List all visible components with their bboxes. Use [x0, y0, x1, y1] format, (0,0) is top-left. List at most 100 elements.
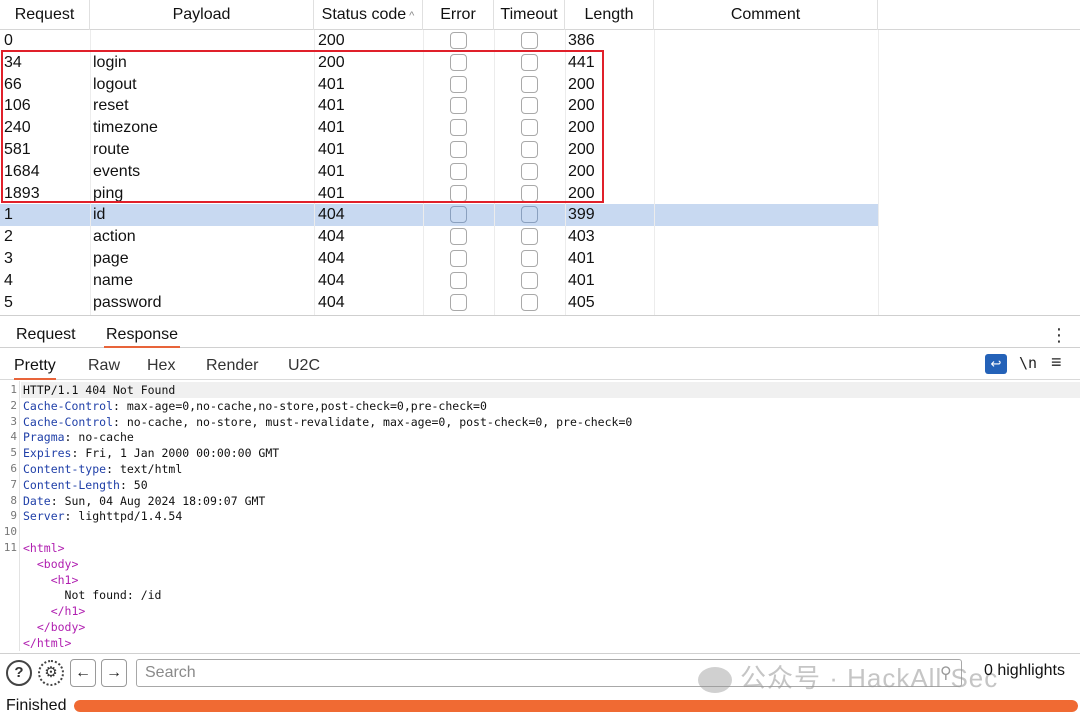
- error-checkbox[interactable]: [450, 32, 467, 49]
- header-name: Date: [23, 493, 51, 508]
- timeout-checkbox[interactable]: [521, 206, 538, 224]
- timeout-checkbox[interactable]: [521, 250, 538, 267]
- status-label: Finished: [6, 697, 67, 714]
- response-line: Cache-Control: no-cache, no-store, must-…: [23, 414, 632, 430]
- tab-u2c[interactable]: U2C: [288, 354, 320, 380]
- table-row[interactable]: 1893 ping 401 200: [0, 183, 1080, 205]
- column-header-status-code[interactable]: Status code ^: [314, 0, 423, 30]
- timeout-checkbox[interactable]: [521, 293, 538, 311]
- timeout-checkbox[interactable]: [521, 141, 538, 158]
- cell-length: 200: [568, 97, 595, 115]
- column-header-length[interactable]: Length: [565, 0, 654, 30]
- response-line: Pragma: no-cache: [23, 429, 134, 445]
- line-number: 10: [3, 525, 17, 539]
- arrow-left-icon[interactable]: ←: [70, 659, 96, 687]
- timeout-checkbox[interactable]: [521, 271, 538, 289]
- timeout-checkbox[interactable]: [521, 32, 538, 49]
- cell-request: 1: [4, 206, 13, 224]
- line-number: [0, 587, 17, 603]
- cell-payload: action: [93, 228, 136, 246]
- timeout-checkbox[interactable]: [521, 75, 538, 93]
- table-row[interactable]: 4 name 404 401: [0, 270, 1080, 292]
- cell-status: 200: [318, 32, 345, 49]
- cell-payload: route: [93, 141, 130, 158]
- cell-request: 1684: [4, 162, 40, 180]
- error-checkbox[interactable]: [450, 250, 467, 267]
- header-separator: :: [119, 477, 134, 492]
- timeout-checkbox[interactable]: [521, 162, 538, 180]
- header-name: Pragma: [23, 430, 65, 445]
- error-checkbox[interactable]: [450, 53, 467, 71]
- table-row[interactable]: 66 logout 401 200: [0, 74, 1080, 96]
- table-row[interactable]: 34 login 200 441: [0, 52, 1080, 74]
- response-line: Cache-Control: max-age=0,no-cache,no-sto…: [23, 398, 487, 414]
- timeout-checkbox[interactable]: [521, 53, 538, 71]
- line-number: 1: [10, 383, 17, 396]
- response-line: Content-type: text/html: [23, 461, 182, 477]
- timeout-checkbox[interactable]: [521, 119, 538, 137]
- table-row[interactable]: 1 id 404 399: [0, 204, 878, 227]
- tab-raw[interactable]: Raw: [88, 354, 120, 380]
- header-name: Content-type: [23, 462, 107, 476]
- tab-response[interactable]: Response: [104, 322, 181, 348]
- error-checkbox[interactable]: [450, 97, 467, 115]
- cell-request: 581: [4, 141, 31, 158]
- column-header-comment[interactable]: Comment: [654, 0, 878, 30]
- error-checkbox[interactable]: [450, 75, 467, 93]
- cell-payload: name: [93, 271, 134, 289]
- response-line: <body>: [23, 556, 79, 572]
- cell-status: 404: [318, 228, 345, 246]
- column-divider: [423, 30, 424, 315]
- timeout-checkbox[interactable]: [521, 228, 538, 246]
- help-icon[interactable]: ?: [6, 660, 32, 686]
- error-checkbox[interactable]: [450, 206, 467, 224]
- hamburger-menu-icon[interactable]: ≡: [1051, 352, 1062, 373]
- search-input[interactable]: [136, 659, 962, 687]
- tab-render[interactable]: Render: [206, 354, 258, 380]
- error-checkbox[interactable]: [450, 271, 467, 289]
- error-checkbox[interactable]: [450, 119, 467, 137]
- response-line: Content-Length: 50: [23, 477, 148, 493]
- header-name: Cache-Control: [23, 398, 114, 413]
- column-divider: [494, 30, 495, 315]
- tab-hex[interactable]: Hex: [147, 354, 175, 380]
- error-checkbox[interactable]: [450, 228, 467, 246]
- wrap-lines-icon[interactable]: ↩: [985, 354, 1007, 374]
- line-number: [0, 603, 17, 619]
- progress-bar: [74, 700, 1078, 712]
- cell-status: 401: [318, 75, 345, 93]
- table-row[interactable]: 106 reset 401 200: [0, 95, 1080, 117]
- header-value: lighttpd/1.4.54: [78, 509, 183, 524]
- table-row[interactable]: 1684 events 401 200: [0, 161, 1080, 183]
- error-checkbox[interactable]: [450, 184, 467, 202]
- error-checkbox[interactable]: [450, 141, 467, 158]
- table-row[interactable]: 2 action 404 403: [0, 226, 1080, 248]
- tab-pretty[interactable]: Pretty: [14, 354, 56, 380]
- error-checkbox[interactable]: [450, 293, 467, 311]
- timeout-checkbox[interactable]: [521, 97, 538, 115]
- column-header-payload[interactable]: Payload: [90, 0, 314, 30]
- cell-request: 106: [4, 97, 31, 115]
- line-number: 2: [10, 398, 17, 412]
- response-editor[interactable]: 1 HTTP/1.1 404 Not Found 2 Cache-Control: m…: [0, 381, 1080, 651]
- table-row[interactable]: 581 route 401 200: [0, 139, 1080, 161]
- timeout-checkbox[interactable]: [521, 184, 538, 202]
- error-checkbox[interactable]: [450, 162, 467, 180]
- table-row[interactable]: 5 password 404 405: [0, 292, 1080, 314]
- newline-toggle[interactable]: \n: [1019, 354, 1037, 372]
- cell-status: 404: [318, 206, 345, 224]
- response-line: HTTP/1.1 404 Not Found: [21, 382, 1080, 398]
- column-header-error[interactable]: Error: [423, 0, 494, 30]
- gear-icon[interactable]: ⚙: [38, 660, 64, 686]
- table-row[interactable]: 3 page 404 401: [0, 248, 1080, 270]
- kebab-menu-icon[interactable]: ⋮: [1050, 322, 1068, 348]
- column-header-timeout[interactable]: Timeout: [494, 0, 565, 30]
- header-name: Server: [23, 509, 65, 524]
- table-row[interactable]: 240 timezone 401 200: [0, 117, 1080, 139]
- tab-request[interactable]: Request: [14, 322, 78, 348]
- table-row[interactable]: 0 200 386: [0, 30, 1080, 52]
- column-divider: [314, 30, 315, 315]
- line-number: 9: [10, 509, 17, 523]
- arrow-right-icon[interactable]: →: [101, 659, 127, 687]
- column-header-request[interactable]: Request: [0, 0, 90, 30]
